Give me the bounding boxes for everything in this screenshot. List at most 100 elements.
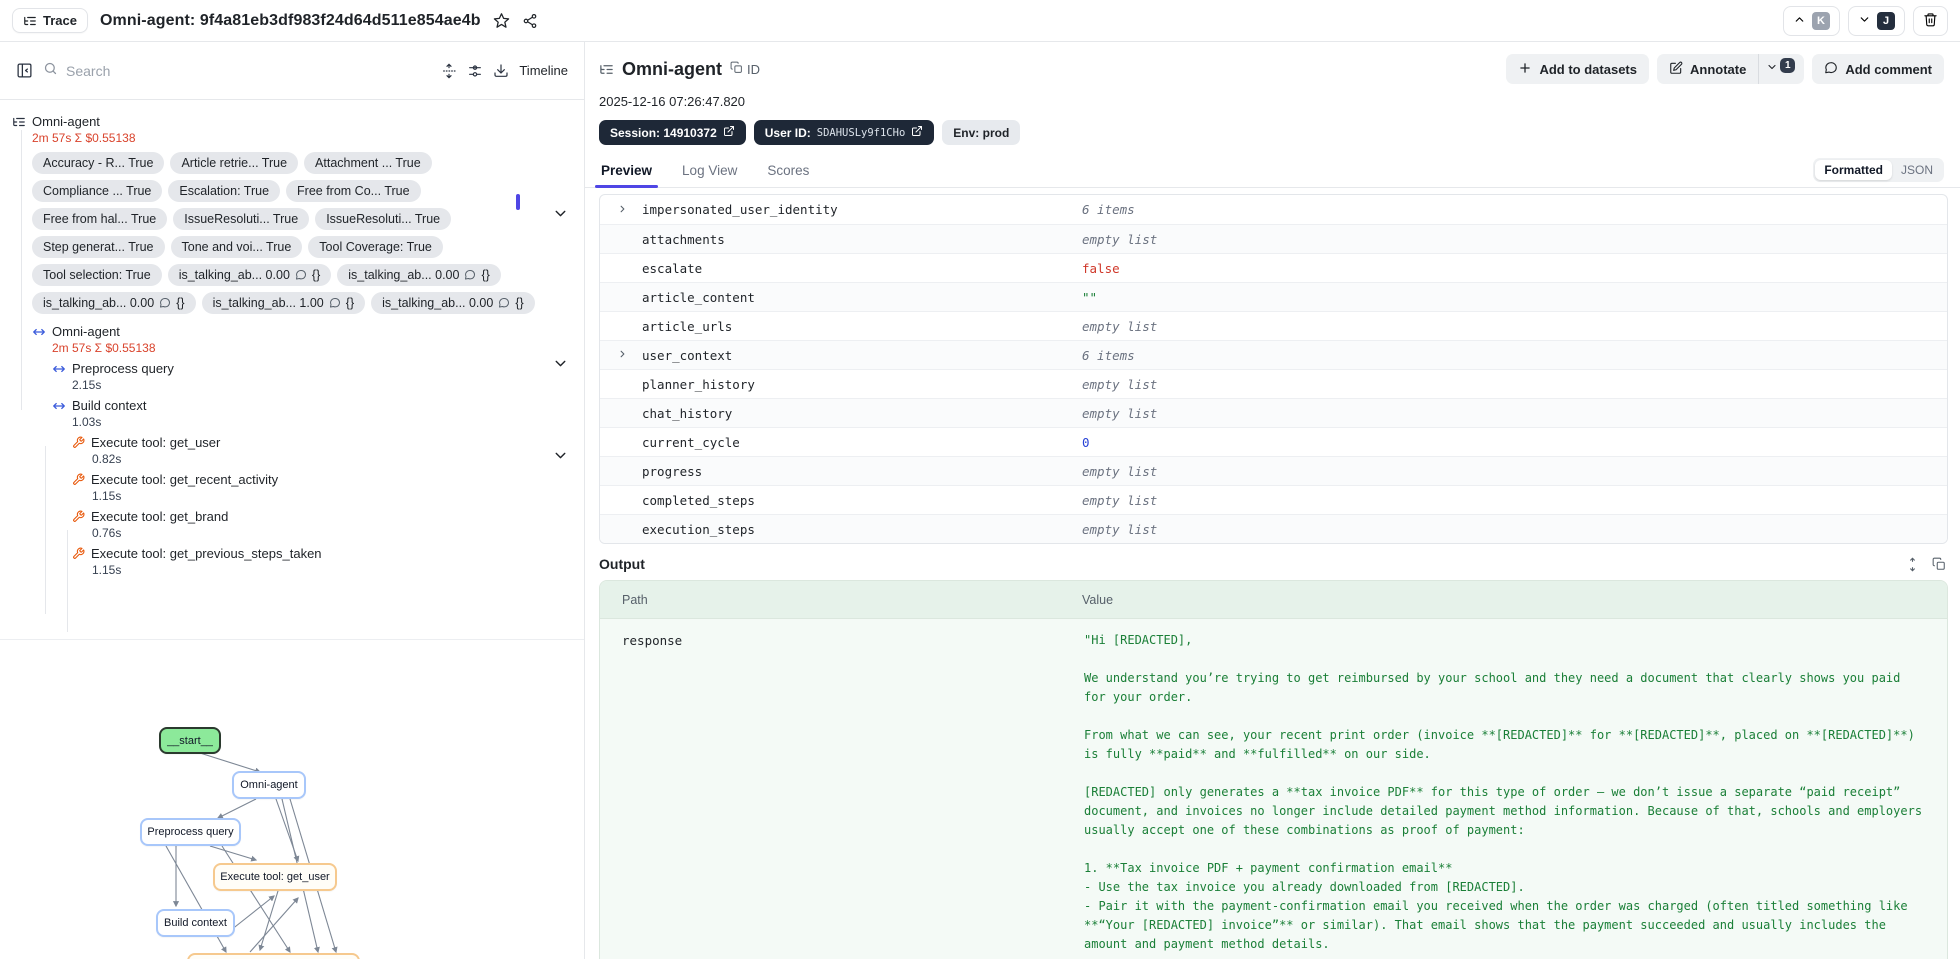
span-tree-item[interactable]: Execute tool: get_recent_activity (0, 472, 584, 487)
row-value: 6 items (1082, 347, 1135, 363)
input-state-table: impersonated_user_identity 6 items attachm… (599, 194, 1948, 544)
score-badge[interactable]: is_talking_ab... 0.00{} (371, 292, 535, 314)
timeline-toggle[interactable]: Timeline (519, 63, 568, 78)
copy-id-chip[interactable]: ID (730, 61, 760, 77)
span-tree-item[interactable]: Execute tool: get_user (0, 435, 584, 450)
score-badge[interactable]: Escalation: True (168, 180, 281, 202)
span-tree-item[interactable]: Build context (0, 398, 584, 413)
chevron-down-icon[interactable] (552, 355, 569, 377)
add-comment-button[interactable]: Add comment (1812, 54, 1944, 84)
score-badge[interactable]: is_talking_ab... 0.00{} (32, 292, 196, 314)
row-value: empty list (1082, 231, 1158, 247)
agent-graph: __start__ Omni-agent Preprocess query Execu… (0, 700, 585, 959)
search-box[interactable] (43, 61, 432, 81)
tree-scrollbar-thumb[interactable] (516, 194, 520, 210)
search-icon (43, 61, 58, 81)
row-value: empty list (1082, 318, 1158, 334)
sliders-icon[interactable] (467, 63, 483, 79)
unfold-vertical-icon[interactable] (441, 62, 457, 79)
external-link-icon (911, 125, 923, 140)
span-name: Build context (72, 398, 147, 413)
search-input[interactable] (66, 62, 432, 79)
score-badge[interactable]: IssueResoluti... True (173, 208, 310, 230)
tab-preview[interactable]: Preview (594, 157, 659, 188)
graph-node-execute-tool-get-user[interactable]: Execute tool: get_user (213, 863, 337, 891)
row-key: article_urls (642, 318, 733, 334)
env-badge: Env: prod (942, 120, 1021, 145)
output-section-title: Output (599, 556, 645, 572)
row-value: "" (1082, 289, 1098, 305)
score-badge[interactable]: Article retrie... True (170, 152, 299, 174)
shortcut-key-k: K (1812, 11, 1830, 30)
session-badge[interactable]: Session: 14910372 (599, 120, 746, 145)
list-tree-icon (599, 62, 614, 77)
copy-icon[interactable] (1932, 557, 1946, 572)
score-badge[interactable]: Tool selection: True (32, 264, 162, 286)
edit-icon (1669, 61, 1683, 78)
score-badge[interactable]: is_talking_ab... 0.00{} (337, 264, 501, 286)
graph-node-hidden[interactable] (187, 953, 360, 959)
annotate-dropdown[interactable]: 1 (1758, 54, 1804, 84)
plus-icon (1518, 61, 1532, 78)
input-table-row[interactable]: user_context 6 items (600, 340, 1947, 369)
input-table-row: article_content "" (600, 282, 1947, 311)
output-value: "Hi [REDACTED], We understand you’re try… (1084, 633, 1923, 951)
input-table-row[interactable]: impersonated_user_identity 6 items (600, 195, 1947, 224)
row-key: execution_steps (642, 521, 755, 537)
score-badge[interactable]: Step generat... True (32, 236, 165, 258)
score-badge[interactable]: Tool Coverage: True (308, 236, 443, 258)
download-icon[interactable] (493, 63, 509, 79)
score-badge[interactable]: Free from Co... True (286, 180, 421, 202)
chevron-right-icon[interactable] (617, 348, 628, 363)
annotate-button[interactable]: Annotate (1657, 54, 1758, 84)
unfold-vertical-icon[interactable] (1905, 556, 1920, 572)
star-icon[interactable] (493, 12, 510, 29)
panel-left-close-icon[interactable] (16, 62, 33, 79)
user-id-badge[interactable]: User ID: SDAHUSLy9f1CHo (753, 120, 935, 145)
next-trace-button[interactable]: J (1848, 5, 1905, 36)
trace-title: Omni-agent: 9f4a81eb3df983f24d64d511e854… (99, 11, 481, 29)
span-tree-item[interactable]: Execute tool: get_brand (0, 509, 584, 524)
span-tree-item[interactable]: Execute tool: get_previous_steps_taken (0, 546, 584, 561)
score-badge[interactable]: Attachment ... True (304, 152, 432, 174)
score-badge[interactable]: Free from hal... True (32, 208, 168, 230)
score-badge[interactable]: Accuracy - R... True (32, 152, 165, 174)
format-formatted-option[interactable]: Formatted (1815, 160, 1892, 180)
span-tree-item[interactable]: Omni-agent (0, 324, 584, 339)
tab-log-view[interactable]: Log View (680, 157, 739, 187)
tab-scores[interactable]: Scores (765, 157, 811, 187)
wrench-icon (72, 547, 85, 560)
span-name: Execute tool: get_recent_activity (91, 472, 279, 487)
preview-scroll-area[interactable]: impersonated_user_identity 6 items attachm… (585, 188, 1960, 959)
input-table-row: progress empty list (600, 456, 1947, 485)
span-tree-item[interactable]: Preprocess query (0, 361, 584, 376)
row-value: empty list (1082, 492, 1158, 508)
comment-icon (295, 269, 307, 281)
graph-node-omni-agent[interactable]: Omni-agent (232, 771, 306, 799)
row-key: current_cycle (642, 434, 740, 450)
chevron-down-icon[interactable] (552, 447, 569, 469)
tree-connector (67, 530, 68, 632)
comment-icon (159, 297, 171, 309)
chevron-down-icon[interactable] (552, 205, 569, 227)
score-badge[interactable]: IssueResoluti... True (315, 208, 452, 230)
graph-node-preprocess-query[interactable]: Preprocess query (140, 818, 241, 846)
span-icon (32, 325, 46, 339)
delete-trace-button[interactable] (1913, 5, 1948, 36)
graph-node--start-[interactable]: __start__ (159, 727, 221, 754)
score-badge[interactable]: is_talking_ab... 1.00{} (201, 292, 366, 314)
prev-trace-button[interactable]: K (1783, 5, 1840, 36)
chevron-right-icon[interactable] (617, 202, 628, 217)
score-badge[interactable]: Compliance ... True (32, 180, 163, 202)
score-badge[interactable]: Tone and voi... True (170, 236, 303, 258)
share-icon[interactable] (522, 13, 538, 29)
row-key: escalate (642, 260, 703, 276)
output-table-header: Path Value (600, 581, 1947, 619)
add-to-datasets-button[interactable]: Add to datasets (1506, 54, 1649, 84)
span-tree-item[interactable]: Omni-agent (0, 114, 584, 129)
score-badge[interactable]: is_talking_ab... 0.00{} (167, 264, 332, 286)
chevron-down-icon (1766, 60, 1778, 78)
format-json-option[interactable]: JSON (1892, 160, 1942, 180)
graph-node-build-context[interactable]: Build context (156, 909, 235, 937)
span-duration: 2.15s (72, 378, 102, 392)
